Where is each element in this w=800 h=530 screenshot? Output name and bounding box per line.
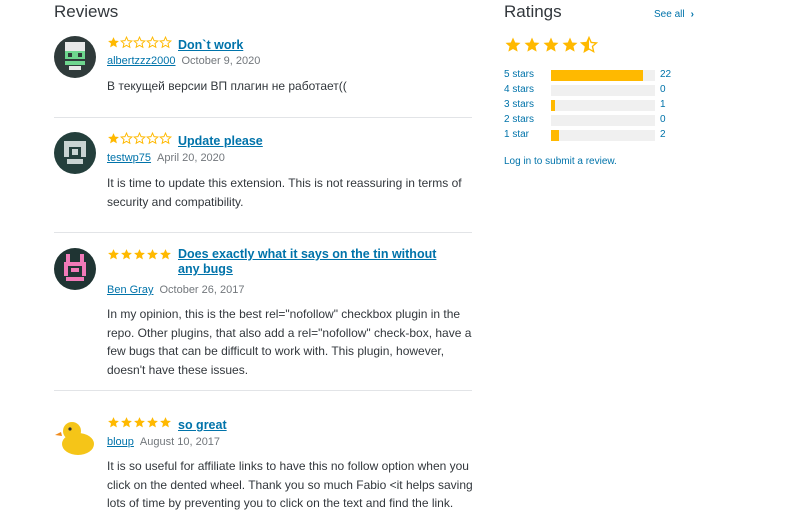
rating-count: 0	[660, 114, 666, 125]
star-empty-icon	[133, 132, 146, 145]
rating-bar	[551, 115, 655, 126]
avatar[interactable]	[54, 132, 96, 174]
star-icon	[561, 36, 579, 54]
review-author-link[interactable]: bloup	[107, 436, 134, 448]
login-to-review-link[interactable]: Log in to submit a review.	[504, 156, 617, 167]
see-all-link[interactable]: See all ›	[654, 9, 694, 20]
divider	[54, 390, 472, 391]
star-half-icon	[579, 35, 599, 54]
review-body: It is so useful for affiliate links to h…	[107, 459, 473, 510]
star-empty-icon	[120, 36, 133, 49]
review-author-link[interactable]: testwp75	[107, 152, 151, 164]
review-author-link[interactable]: Ben Gray	[107, 284, 153, 296]
avatar[interactable]	[54, 36, 96, 78]
rating-row[interactable]: 5 stars 22	[504, 69, 684, 82]
ratings-heading: Ratings	[504, 2, 562, 21]
review-title-link[interactable]: Don`t work	[178, 38, 243, 52]
rating-bar-fill	[551, 130, 560, 141]
review-title-link[interactable]: Does exactly what it says on the tin wit…	[178, 247, 458, 277]
rating-row-label[interactable]: 4 stars	[504, 84, 534, 95]
star-icon	[120, 248, 133, 261]
star-icon	[133, 416, 146, 429]
see-all-label: See all	[654, 9, 685, 20]
rating-row[interactable]: 2 stars 0	[504, 114, 684, 127]
review-date: October 26, 2017	[159, 284, 245, 296]
review-date: October 9, 2020	[181, 55, 261, 67]
star-icon	[146, 248, 159, 261]
average-rating-stars	[504, 35, 599, 59]
rating-row[interactable]: 3 stars 1	[504, 99, 684, 112]
rating-row-label[interactable]: 3 stars	[504, 99, 534, 110]
review-title-link[interactable]: so great	[178, 418, 227, 432]
review-date: April 20, 2020	[157, 152, 225, 164]
star-icon	[107, 248, 120, 261]
review-body: В текущей версии ВП плагин не работает((	[107, 79, 347, 93]
avatar[interactable]	[54, 416, 96, 458]
review-title-link[interactable]: Update please	[178, 134, 263, 148]
star-empty-icon	[120, 132, 133, 145]
review-author-link[interactable]: albertzzz2000	[107, 55, 176, 67]
rating-count: 2	[660, 129, 666, 140]
star-icon	[120, 416, 133, 429]
star-icon	[107, 416, 120, 429]
star-icon	[159, 416, 172, 429]
reviews-heading: Reviews	[54, 2, 119, 21]
rating-bar	[551, 70, 655, 81]
star-icon	[159, 248, 172, 261]
review-stars	[107, 416, 172, 434]
chevron-right-icon: ›	[690, 9, 694, 20]
rating-row-label[interactable]: 1 star	[504, 129, 529, 140]
divider	[54, 232, 472, 233]
rating-row[interactable]: 1 star 2	[504, 129, 684, 142]
rating-count: 22	[660, 69, 672, 80]
rating-bar-fill	[551, 100, 556, 111]
star-empty-icon	[159, 132, 172, 145]
star-icon	[504, 36, 522, 54]
review-date: August 10, 2017	[139, 436, 221, 448]
review-stars	[107, 132, 172, 150]
avatar[interactable]	[54, 248, 96, 290]
review-body: In my opinion, this is the best rel="nof…	[107, 307, 472, 377]
star-icon	[523, 36, 541, 54]
rating-row[interactable]: 4 stars 0	[504, 84, 684, 97]
star-empty-icon	[146, 36, 159, 49]
star-icon	[107, 132, 120, 145]
rating-count: 1	[660, 99, 666, 110]
rating-bar-fill	[551, 70, 643, 81]
divider	[54, 117, 472, 118]
star-icon	[133, 248, 146, 261]
star-empty-icon	[159, 36, 172, 49]
rating-row-label[interactable]: 2 stars	[504, 114, 534, 125]
rating-count: 0	[660, 84, 666, 95]
star-icon	[146, 416, 159, 429]
review-stars	[107, 36, 172, 54]
rating-bar	[551, 85, 655, 96]
rating-bar	[551, 130, 655, 141]
star-empty-icon	[133, 36, 146, 49]
review-body: It is time to update this extension. Thi…	[107, 176, 462, 209]
rating-bar	[551, 100, 655, 111]
review-stars	[107, 248, 172, 266]
rating-row-label[interactable]: 5 stars	[504, 69, 534, 80]
star-icon	[107, 36, 120, 49]
star-empty-icon	[146, 132, 159, 145]
star-icon	[542, 36, 560, 54]
